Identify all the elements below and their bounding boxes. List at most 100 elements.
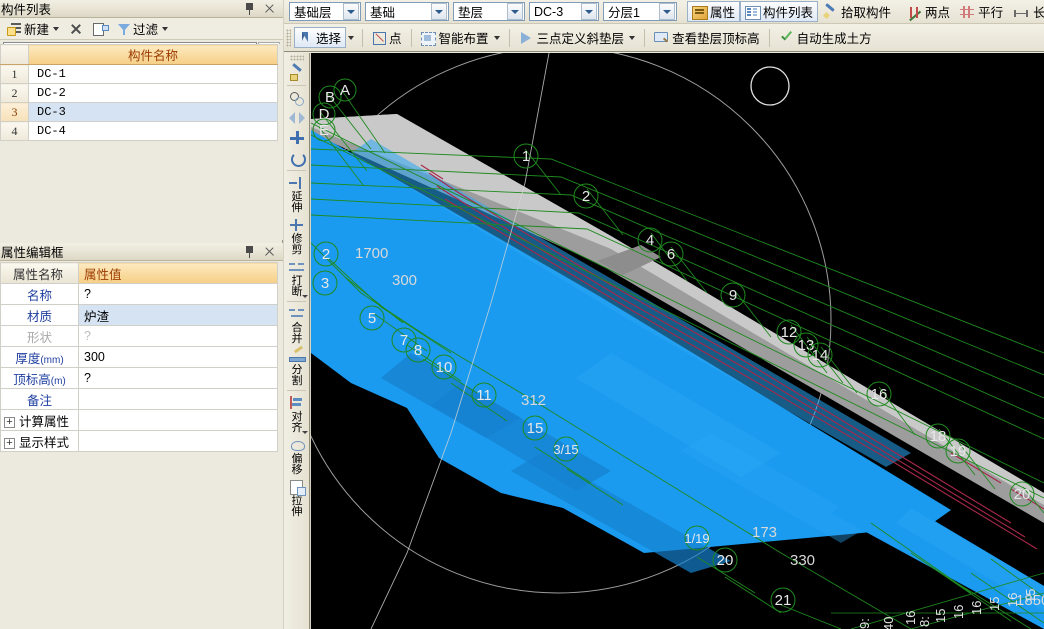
grid-bubble-label: 2: [322, 246, 330, 263]
property-row[interactable]: 厚度(mm) 300: [0, 346, 278, 368]
toolbar-separator: [287, 390, 306, 391]
combo-category[interactable]: 基础: [365, 2, 449, 21]
property-name-label: 显示样式: [19, 435, 70, 450]
dimension-label: 300: [392, 272, 417, 289]
new-component-button[interactable]: 新建: [3, 19, 63, 38]
close-icon[interactable]: [264, 246, 276, 258]
filter-button[interactable]: 过滤: [113, 19, 172, 38]
delete-component-button[interactable]: [65, 19, 87, 38]
auto-earthwork-button[interactable]: 自动生成土方: [774, 27, 877, 48]
three-point-slope-button[interactable]: 三点定义斜垫层: [514, 27, 641, 48]
smart-layout-button[interactable]: 智能布置: [416, 27, 505, 48]
vtool-merge[interactable]: 合并: [284, 304, 309, 346]
combo-floor-value: 基础层: [294, 6, 332, 20]
chevron-down-icon[interactable]: [348, 35, 355, 40]
component-table-header-row: 构件名称: [0, 44, 278, 65]
vtool-label: 偏移: [291, 453, 303, 476]
table-row[interactable]: 4 DC-4: [0, 121, 278, 141]
property-value-cell[interactable]: 300: [78, 346, 278, 368]
combo-layer[interactable]: 分层1: [603, 2, 677, 21]
pick-component-button[interactable]: 拾取构件: [818, 1, 896, 22]
svg-text:9:: 9:: [857, 618, 872, 629]
vtool-move[interactable]: [284, 128, 309, 148]
property-name-label: 计算属性: [19, 414, 70, 429]
component-list-toggle-button[interactable]: 构件列表: [740, 1, 819, 22]
vtool-rotate[interactable]: [284, 148, 309, 168]
vertical-edit-toolbar: 延伸 修剪 打断合并 分割对齐偏移拉伸: [284, 53, 310, 629]
combo-element-type[interactable]: 垫层: [453, 2, 525, 21]
grid-bubble-label: 18: [930, 428, 947, 445]
vtool-match-properties[interactable]: [284, 63, 309, 83]
toolbar-separator: [362, 28, 364, 47]
property-value-cell[interactable]: ?: [78, 367, 278, 389]
model-canvas[interactable]: 1246912131416181920235781011153/151/1920…: [311, 53, 1044, 629]
grid-bubble-label: 19: [950, 443, 967, 460]
toolbar-separator: [508, 28, 510, 47]
vtool-break[interactable]: 打断: [284, 257, 309, 299]
property-value-cell[interactable]: [78, 409, 278, 431]
copy-component-button[interactable]: [89, 19, 111, 38]
view-elevation-button[interactable]: 查看垫层顶标高: [649, 27, 765, 48]
property-value-cell[interactable]: 炉渣: [78, 304, 278, 326]
grid-bubble-label: 8: [414, 342, 422, 359]
chevron-down-icon[interactable]: [581, 3, 597, 20]
vtool-offset[interactable]: 偏移: [284, 435, 309, 477]
select-tool-button[interactable]: 选择: [294, 27, 347, 48]
copy-icon: [93, 22, 110, 36]
property-toggle-button[interactable]: 属性: [687, 1, 741, 22]
component-name-cell[interactable]: DC-3: [28, 102, 278, 122]
property-row[interactable]: 备注: [0, 388, 278, 410]
toolbar-grip[interactable]: [289, 55, 304, 61]
property-row[interactable]: + 显示样式: [0, 430, 278, 452]
component-name-cell[interactable]: DC-1: [28, 64, 278, 84]
table-row[interactable]: 2 DC-2: [0, 83, 278, 103]
property-row[interactable]: 名称?: [0, 283, 278, 305]
table-row[interactable]: 3 DC-3: [0, 102, 278, 122]
point-tool-button[interactable]: 点: [367, 27, 407, 48]
vtool-stretch[interactable]: 拉伸: [284, 477, 309, 519]
vtool-label: 拉伸: [291, 495, 303, 518]
parallel-button[interactable]: 平行: [955, 1, 1008, 22]
vtool-align[interactable]: 对齐: [284, 393, 309, 435]
property-row[interactable]: 顶标高(m)?: [0, 367, 278, 389]
parallel-icon: [960, 5, 975, 19]
expand-icon[interactable]: +: [4, 437, 15, 449]
property-value-cell[interactable]: ?: [78, 283, 278, 305]
expand-icon[interactable]: +: [4, 416, 15, 428]
grid-bubble-label: 12: [781, 324, 798, 341]
component-list-toggle-label: 构件列表: [763, 6, 814, 20]
component-name-cell[interactable]: DC-2: [28, 83, 278, 103]
toolbar-grip[interactable]: [286, 28, 291, 47]
property-row[interactable]: 材质 炉渣: [0, 304, 278, 326]
top-toolbars: 基础层 基础 垫层 DC-3 分层1 属性 构件列表 拾取构件 两点 平行 长 …: [284, 0, 1044, 53]
length-dimension-button[interactable]: 长度标注: [1008, 1, 1044, 22]
vtool-extend[interactable]: 延伸: [284, 173, 309, 215]
table-row[interactable]: 1 DC-1: [0, 64, 278, 84]
chevron-down-icon[interactable]: [343, 3, 359, 20]
svg-text:16: 16: [951, 605, 966, 619]
vtool-offset-copy[interactable]: [284, 88, 309, 108]
property-value-cell[interactable]: [78, 388, 278, 410]
vtool-mirror[interactable]: [284, 108, 309, 128]
chevron-down-icon[interactable]: [507, 3, 523, 20]
component-name-cell[interactable]: DC-4: [28, 121, 278, 141]
chevron-down-icon[interactable]: [659, 3, 675, 20]
pin-icon[interactable]: [244, 245, 256, 258]
pin-icon[interactable]: [244, 2, 256, 15]
property-value-cell[interactable]: [78, 430, 278, 452]
property-value-cell[interactable]: ?: [78, 325, 278, 347]
3d-viewport[interactable]: 1 2 4 6 9 12 13 14 16 18 19 20 2 3 5 7 8 10 11 15 3/15 1/19 20…: [311, 53, 1044, 629]
close-icon[interactable]: [264, 3, 276, 15]
chevron-down-icon[interactable]: [302, 295, 308, 298]
combo-component[interactable]: DC-3: [529, 2, 599, 21]
chevron-down-icon[interactable]: [431, 3, 447, 20]
chevron-down-icon[interactable]: [302, 431, 308, 434]
property-row[interactable]: + 计算属性: [0, 409, 278, 431]
vtool-split[interactable]: 分割: [284, 346, 309, 388]
component-list-titlebar: 构件列表: [0, 0, 283, 18]
combo-floor[interactable]: 基础层: [289, 2, 361, 21]
two-point-button[interactable]: 两点: [902, 1, 955, 22]
property-row[interactable]: 形状?: [0, 325, 278, 347]
toolbar-separator: [287, 85, 306, 86]
vtool-trim[interactable]: 修剪: [284, 215, 309, 257]
